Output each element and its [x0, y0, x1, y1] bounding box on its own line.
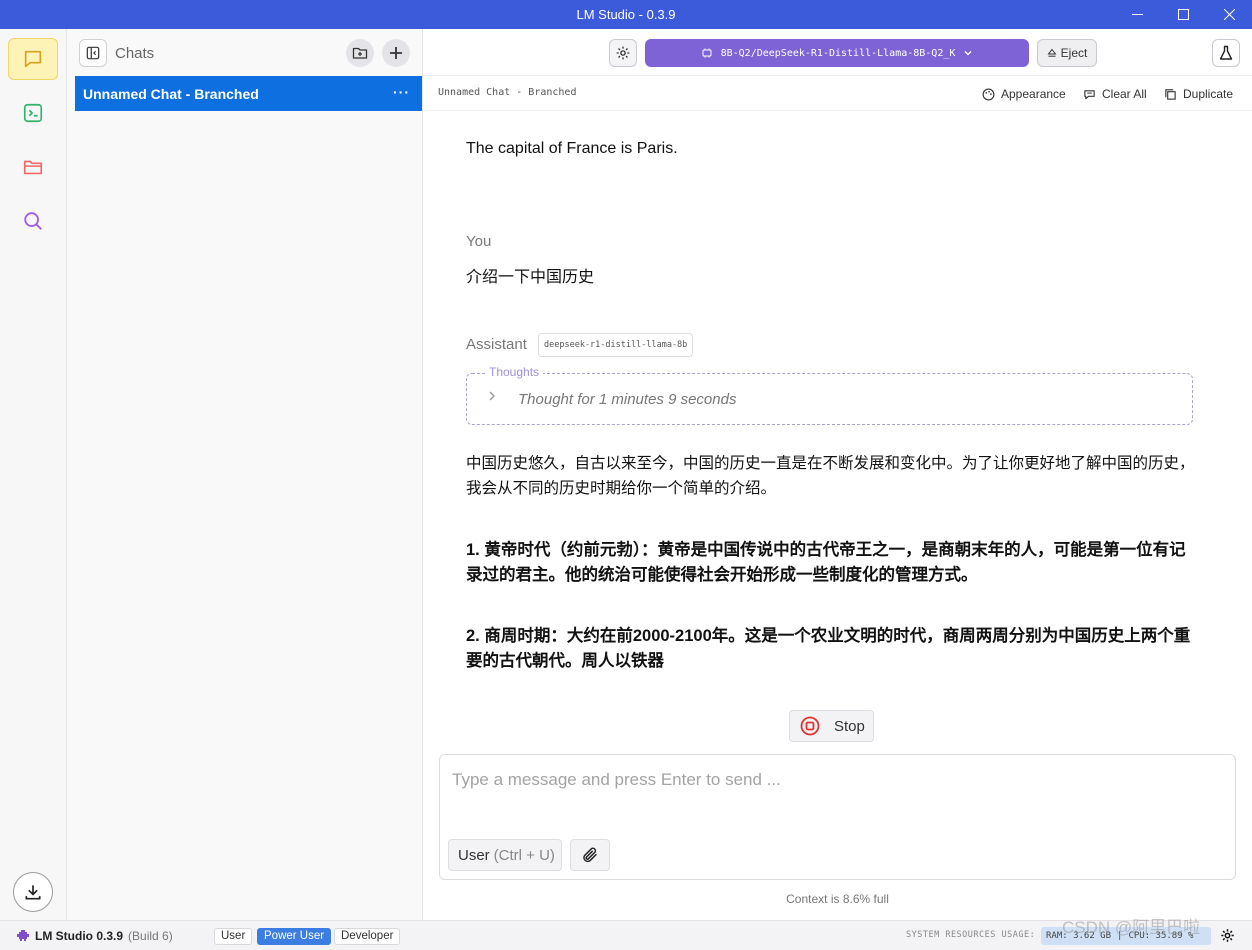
nav-developer-button[interactable]	[8, 92, 58, 134]
appearance-label: Appearance	[1001, 87, 1066, 101]
new-folder-icon	[352, 47, 368, 59]
user-message-text: 介绍一下中国历史	[466, 269, 595, 286]
duplicate-label: Duplicate	[1183, 87, 1234, 101]
stop-icon	[800, 716, 820, 736]
watermark: CSDN @阿里巴啦	[1062, 918, 1201, 937]
search-icon	[24, 212, 42, 230]
nav-search-button[interactable]	[8, 200, 58, 242]
eject-button[interactable]: Eject	[1037, 39, 1097, 67]
clear-all-label: Clear All	[1102, 87, 1147, 101]
download-icon	[25, 885, 41, 900]
appearance-button[interactable]: Appearance	[982, 87, 1066, 101]
minimize-icon	[1131, 14, 1143, 15]
app-version: LM Studio 0.3.9 (Build 6)	[16, 929, 173, 943]
attach-button[interactable]	[570, 839, 610, 871]
clear-all-button[interactable]: Clear All	[1083, 87, 1147, 101]
window-title: LM Studio - 0.3.9	[576, 7, 676, 22]
message-composer: User (Ctrl + U)	[439, 754, 1236, 880]
assistant-message-text: The capital of France is Paris.	[466, 140, 678, 157]
chat-name: Unnamed Chat - Branched	[438, 87, 577, 98]
model-selector-label: 8B-Q2/DeepSeek-R1-Distill-Llama-8B-Q2_K	[720, 47, 956, 59]
assistant-paragraph: 2. 商周时期：大约在前2000-2100年。这是一个农业文明的时代，商周两周分…	[466, 627, 1191, 670]
model-selector[interactable]: 8B-Q2/DeepSeek-R1-Distill-Llama-8B-Q2_K	[645, 39, 1029, 67]
close-button[interactable]	[1206, 0, 1252, 29]
chat-item-label: Unnamed Chat - Branched	[83, 86, 259, 102]
context-usage: Context is 8.6% full	[786, 892, 889, 906]
model-icon	[702, 48, 712, 58]
palette-icon	[982, 88, 995, 100]
nav-chat-button[interactable]	[8, 38, 58, 80]
close-icon	[1223, 9, 1235, 20]
top-toolbar: 8B-Q2/DeepSeek-R1-Distill-Llama-8B-Q2_K …	[423, 29, 1252, 76]
build-number: (Build 6)	[128, 929, 173, 943]
flask-icon	[1219, 45, 1233, 60]
chevron-right-icon[interactable]	[487, 390, 497, 402]
plus-icon	[390, 47, 402, 59]
settings-gear-icon[interactable]	[1220, 928, 1235, 943]
toggle-sidebar-button[interactable]	[79, 39, 107, 67]
assistant-paragraph: 中国历史悠久，自古以来至今，中国的历史一直是在不断发展和变化中。为了让你更好地了…	[466, 455, 1195, 497]
mode-developer-button[interactable]: Developer	[334, 928, 401, 945]
assistant-paragraph: 1. 黄帝时代（约前元勃）：黄帝是中国传说中的古代帝王之一，是商朝末年的人，可能…	[466, 541, 1186, 584]
maximize-button[interactable]	[1160, 0, 1206, 29]
thoughts-panel[interactable]: Thoughts Thought for 1 minutes 9 seconds	[466, 365, 1193, 425]
sidebar-title: Chats	[115, 45, 155, 62]
app-name: LM Studio 0.3.9	[35, 929, 124, 943]
eject-label: Eject	[1060, 46, 1088, 60]
chat-icon	[24, 50, 42, 68]
sidebar-toggle-icon	[86, 46, 100, 60]
chat-subbar: Unnamed Chat - Branched Appearance Clear…	[423, 77, 1252, 111]
folder-icon	[23, 160, 43, 175]
stop-button[interactable]: Stop	[789, 710, 874, 742]
new-chat-button[interactable]	[382, 39, 410, 67]
resources-label: SYSTEM RESOURCES USAGE:	[906, 930, 1036, 940]
assistant-model-tag: deepseek-r1-distill-llama-8b	[538, 333, 694, 357]
chats-sidebar: Chats Unnamed Chat - Branched ···	[67, 29, 423, 920]
title-bar: LM Studio - 0.3.9	[0, 0, 1252, 29]
role-shortcut-hint: (Ctrl + U)	[493, 846, 555, 864]
paperclip-icon	[583, 847, 597, 863]
settings-button[interactable]	[609, 39, 637, 67]
minimize-button[interactable]	[1114, 0, 1160, 29]
maximize-icon	[1177, 9, 1189, 20]
nav-models-button[interactable]	[8, 146, 58, 188]
clear-icon	[1084, 89, 1095, 99]
thoughts-summary: Thought for 1 minutes 9 seconds	[518, 391, 737, 408]
duplicate-icon	[1165, 88, 1176, 100]
mode-power-user-button[interactable]: Power User	[257, 928, 332, 945]
assistant-role-label: Assistant	[466, 336, 527, 353]
downloads-button[interactable]	[13, 872, 53, 912]
duplicate-button[interactable]: Duplicate	[1164, 87, 1233, 101]
new-folder-button[interactable]	[346, 39, 374, 67]
advanced-config-button[interactable]	[1212, 39, 1240, 67]
mode-user-button[interactable]: User	[214, 928, 253, 945]
gear-icon	[616, 46, 630, 60]
app-logo-icon	[17, 930, 29, 941]
chat-main: 8B-Q2/DeepSeek-R1-Distill-Llama-8B-Q2_K …	[423, 29, 1252, 920]
eject-icon	[1047, 48, 1057, 57]
nav-rail	[0, 29, 67, 920]
role-toggle-button[interactable]: User (Ctrl + U)	[448, 839, 562, 871]
role-label: User	[458, 846, 490, 864]
stop-label: Stop	[834, 717, 865, 735]
chevron-down-icon	[964, 51, 972, 56]
chat-list-item[interactable]: Unnamed Chat - Branched ···	[75, 76, 422, 111]
user-role-label: You	[466, 233, 492, 250]
terminal-icon	[23, 103, 43, 123]
thoughts-legend: Thoughts	[485, 365, 544, 379]
more-icon[interactable]: ···	[393, 84, 410, 100]
message-input[interactable]	[452, 767, 1222, 793]
